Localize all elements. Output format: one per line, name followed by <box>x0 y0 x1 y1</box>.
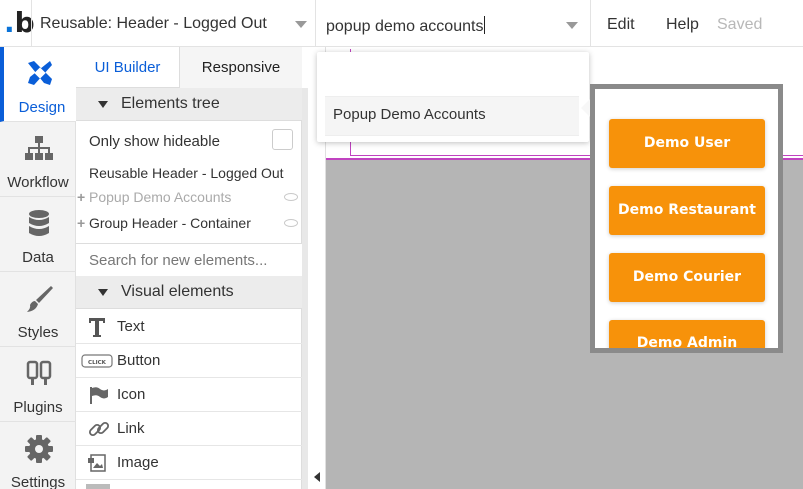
rail-item-styles[interactable]: Styles <box>0 272 76 347</box>
dropdown-result-item[interactable]: Popup Demo Accounts <box>325 96 579 136</box>
collapse-triangle-icon <box>98 101 108 108</box>
collapse-triangle-icon <box>98 289 108 296</box>
new-element-search-input[interactable] <box>76 244 302 276</box>
visual-element-icon[interactable]: Icon <box>76 378 302 412</box>
tab-responsive[interactable]: Responsive <box>180 47 302 88</box>
only-hideable-row: Only show hideable <box>76 129 302 155</box>
database-icon <box>29 210 49 236</box>
workflow-icon <box>25 136 53 160</box>
element-search-row <box>76 243 302 277</box>
only-hideable-checkbox[interactable] <box>272 129 293 150</box>
button-icon: CLICK <box>81 354 113 368</box>
visual-element-link[interactable]: Link <box>76 412 302 446</box>
expand-plus-icon[interactable]: + <box>77 215 85 231</box>
demo-admin-button[interactable]: Demo Admin <box>609 320 765 348</box>
demo-courier-button[interactable]: Demo Courier <box>609 253 765 302</box>
link-icon <box>88 421 110 437</box>
page-selector-value: Reusable: Header - Logged Out <box>40 15 267 32</box>
panel-tabs: UI Builder Responsive <box>76 47 302 88</box>
visual-element-text[interactable]: Text <box>76 310 302 344</box>
text-cursor <box>484 16 486 34</box>
element-search-value: popup demo accounts <box>326 18 484 35</box>
chevron-down-icon <box>566 22 578 29</box>
rail-item-workflow[interactable]: Workflow <box>0 122 76 197</box>
partial-icon <box>86 484 110 489</box>
expand-plus-icon[interactable]: + <box>77 189 85 205</box>
rail-item-design[interactable]: Design <box>0 47 76 122</box>
elements-tree-header[interactable]: Elements tree <box>76 88 302 121</box>
rail-item-settings[interactable]: Settings <box>0 422 76 489</box>
bubble-logo[interactable]: .b <box>4 8 35 38</box>
element-search-dropdown: Popup Demo Accounts <box>317 52 589 142</box>
popup-demo-accounts-preview: Demo User Demo Restaurant Demo Courier D… <box>590 84 783 353</box>
element-search-input[interactable]: popup demo accounts <box>316 0 591 47</box>
visual-element-partial <box>76 480 302 489</box>
elements-panel: UI Builder Responsive Elements tree Only… <box>76 47 302 489</box>
demo-restaurant-button[interactable]: Demo Restaurant <box>609 186 765 235</box>
edit-menu[interactable]: Edit <box>607 16 635 34</box>
flag-icon <box>90 387 108 404</box>
visual-element-button[interactable]: CLICK Button <box>76 344 302 378</box>
brush-icon <box>27 286 53 312</box>
design-icon <box>28 61 52 85</box>
svg-text:CLICK: CLICK <box>88 360 107 366</box>
tab-ui-builder[interactable]: UI Builder <box>76 47 180 88</box>
rail-item-plugins[interactable]: Plugins <box>0 347 76 422</box>
eye-icon[interactable] <box>284 219 298 227</box>
rail-item-data[interactable]: Data <box>0 197 76 272</box>
saved-status: Saved <box>717 16 763 33</box>
gear-icon <box>25 435 53 463</box>
tool-rail: Design Workflow Data Styles Plugins Sett… <box>0 47 76 489</box>
top-bar: .b Reusable: Header - Logged Out popup d… <box>0 0 803 47</box>
demo-user-button[interactable]: Demo User <box>609 119 765 168</box>
visual-element-image[interactable]: Image <box>76 446 302 480</box>
page-selector[interactable]: Reusable: Header - Logged Out <box>31 0 316 47</box>
help-menu[interactable]: Help <box>666 16 699 34</box>
collapse-left-arrow-icon[interactable] <box>314 472 320 482</box>
plug-icon <box>26 360 52 385</box>
visual-elements-header[interactable]: Visual elements <box>76 276 302 309</box>
image-icon <box>88 454 106 472</box>
eye-icon[interactable] <box>284 193 298 201</box>
chevron-down-icon <box>295 21 307 28</box>
text-icon <box>89 318 105 337</box>
